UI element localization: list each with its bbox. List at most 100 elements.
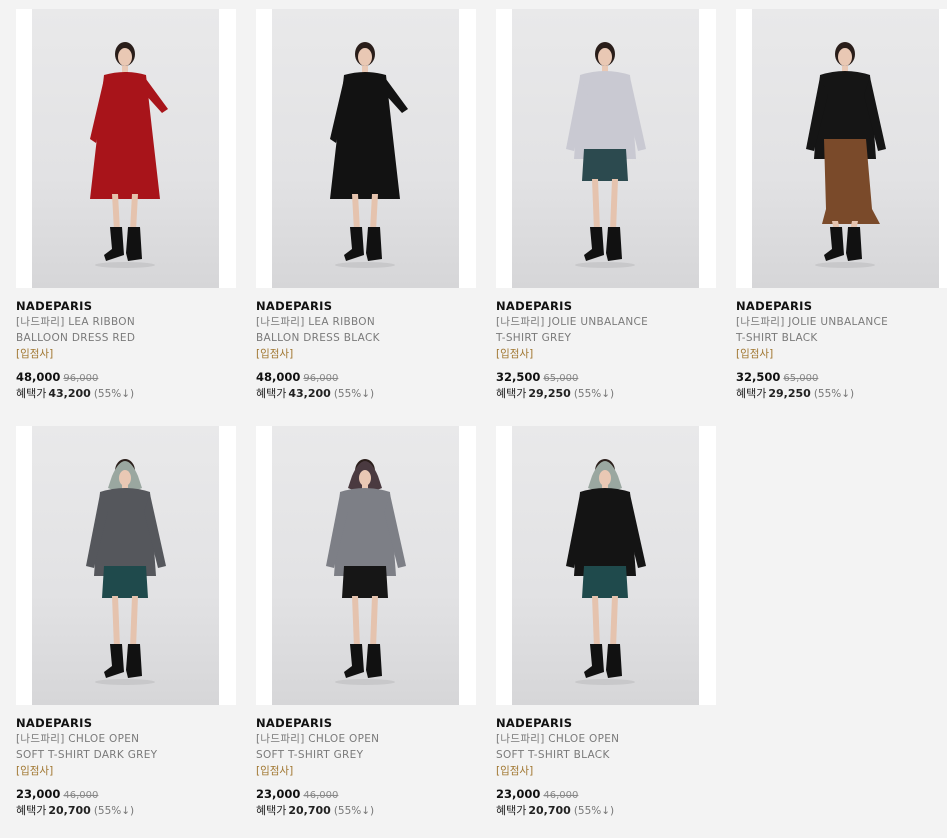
benefit-price-row: 혜택가 29,250 (55%↓) [736,386,947,402]
product-name[interactable]: [나드파리] LEA RIBBON BALLON DRESS BLACK [256,314,466,346]
product-image[interactable] [736,9,947,288]
store-tag: [입점사] [256,765,294,777]
store-tag: [입점사] [16,765,54,777]
benefit-price-row: 혜택가 43,200 (55%↓) [16,386,236,402]
model-figure [806,42,886,268]
store-tag: [입점사] [496,348,534,360]
model-figure [90,42,168,268]
benefit-price-row: 혜택가 20,700 (55%↓) [496,803,716,819]
product-image[interactable] [496,9,716,288]
sale-price: 48,000 [256,370,301,384]
price-row: 32,500 65,000 [736,370,947,386]
benefit-price: 29,250 [768,387,811,400]
benefit-price-row: 혜택가 20,700 (55%↓) [16,803,236,819]
model-figure [326,459,406,685]
product-name[interactable]: [나드파리] JOLIE UNBALANCE T-SHIRT GREY [496,314,706,346]
product-brand[interactable]: NADEPARIS [16,716,236,731]
sale-price: 23,000 [16,787,61,801]
product-name-line2[interactable]: BALLON DRESS BLACK [256,330,466,346]
discount-rate: (55%↓) [93,388,135,400]
benefit-price-row: 혜택가 43,200 (55%↓) [256,386,476,402]
benefit-price: 20,700 [288,804,331,817]
product-image[interactable] [256,9,476,288]
original-price: 96,000 [303,373,339,384]
product-name[interactable]: [나드파리] CHLOE OPEN SOFT T-SHIRT DARK GREY [16,731,226,763]
store-tag: [입점사] [736,348,774,360]
sale-price: 32,500 [736,370,781,384]
store-tag: [입점사] [496,765,534,777]
benefit-price: 20,700 [528,804,571,817]
product-card[interactable]: NADEPARIS [나드파리] LEA RIBBON BALLON DRESS… [256,9,476,402]
product-name-line1[interactable]: [나드파리] LEA RIBBON [16,314,226,330]
product-name[interactable]: [나드파리] CHLOE OPEN SOFT T-SHIRT BLACK [496,731,706,763]
product-card[interactable]: NADEPARIS [나드파리] LEA RIBBON BALLOON DRES… [16,9,236,402]
benefit-label: 혜택가 [736,387,767,400]
original-price: 46,000 [63,790,99,801]
product-image[interactable] [16,426,236,705]
benefit-label: 혜택가 [16,387,47,400]
price-row: 48,000 96,000 [256,370,476,386]
product-name-line1[interactable]: [나드파리] CHLOE OPEN [496,731,706,747]
product-name-line1[interactable]: [나드파리] LEA RIBBON [256,314,466,330]
product-card[interactable]: NADEPARIS [나드파리] CHLOE OPEN SOFT T-SHIRT… [496,426,716,819]
product-name-line2[interactable]: SOFT T-SHIRT GREY [256,747,466,763]
benefit-price-row: 혜택가 20,700 (55%↓) [256,803,476,819]
product-image[interactable] [16,9,236,288]
original-price: 96,000 [63,373,99,384]
benefit-label: 혜택가 [496,804,527,817]
benefit-price: 29,250 [528,387,571,400]
model-figure [86,459,166,685]
sale-price: 23,000 [256,787,301,801]
benefit-price: 20,700 [48,804,91,817]
discount-rate: (55%↓) [333,388,375,400]
product-brand[interactable]: NADEPARIS [496,299,716,314]
product-name[interactable]: [나드파리] LEA RIBBON BALLOON DRESS RED [16,314,226,346]
product-name-line1[interactable]: [나드파리] JOLIE UNBALANCE [736,314,946,330]
original-price: 65,000 [543,373,579,384]
benefit-price-row: 혜택가 29,250 (55%↓) [496,386,716,402]
product-name-line2[interactable]: BALLOON DRESS RED [16,330,226,346]
product-card[interactable]: NADEPARIS [나드파리] JOLIE UNBALANCE T-SHIRT… [736,9,947,402]
product-name[interactable]: [나드파리] JOLIE UNBALANCE T-SHIRT BLACK [736,314,946,346]
price-row: 32,500 65,000 [496,370,716,386]
product-card[interactable]: NADEPARIS [나드파리] CHLOE OPEN SOFT T-SHIRT… [256,426,476,819]
product-brand[interactable]: NADEPARIS [496,716,716,731]
model-figure [330,42,408,268]
store-tag: [입점사] [16,348,54,360]
product-brand[interactable]: NADEPARIS [256,716,476,731]
original-price: 46,000 [303,790,339,801]
product-card[interactable]: NADEPARIS [나드파리] JOLIE UNBALANCE T-SHIRT… [496,9,716,402]
product-brand[interactable]: NADEPARIS [256,299,476,314]
original-price: 46,000 [543,790,579,801]
product-name-line1[interactable]: [나드파리] CHLOE OPEN [256,731,466,747]
price-row: 48,000 96,000 [16,370,236,386]
product-name-line2[interactable]: T-SHIRT BLACK [736,330,946,346]
model-figure [566,42,646,268]
price-row: 23,000 46,000 [496,787,716,803]
sale-price: 23,000 [496,787,541,801]
product-brand[interactable]: NADEPARIS [16,299,236,314]
price-row: 23,000 46,000 [256,787,476,803]
product-name-line2[interactable]: SOFT T-SHIRT DARK GREY [16,747,226,763]
product-card[interactable]: NADEPARIS [나드파리] CHLOE OPEN SOFT T-SHIRT… [16,426,236,819]
benefit-label: 혜택가 [16,804,47,817]
product-image[interactable] [496,426,716,705]
discount-rate: (55%↓) [813,388,855,400]
benefit-label: 혜택가 [256,804,287,817]
sale-price: 48,000 [16,370,61,384]
product-name-line2[interactable]: SOFT T-SHIRT BLACK [496,747,706,763]
discount-rate: (55%↓) [573,388,615,400]
product-image[interactable] [256,426,476,705]
product-name-line1[interactable]: [나드파리] JOLIE UNBALANCE [496,314,706,330]
benefit-label: 혜택가 [496,387,527,400]
benefit-label: 혜택가 [256,387,287,400]
product-name-line2[interactable]: T-SHIRT GREY [496,330,706,346]
price-row: 23,000 46,000 [16,787,236,803]
product-name-line1[interactable]: [나드파리] CHLOE OPEN [16,731,226,747]
product-brand[interactable]: NADEPARIS [736,299,947,314]
discount-rate: (55%↓) [333,805,375,817]
product-name[interactable]: [나드파리] CHLOE OPEN SOFT T-SHIRT GREY [256,731,466,763]
discount-rate: (55%↓) [573,805,615,817]
model-figure [566,459,646,685]
benefit-price: 43,200 [288,387,331,400]
